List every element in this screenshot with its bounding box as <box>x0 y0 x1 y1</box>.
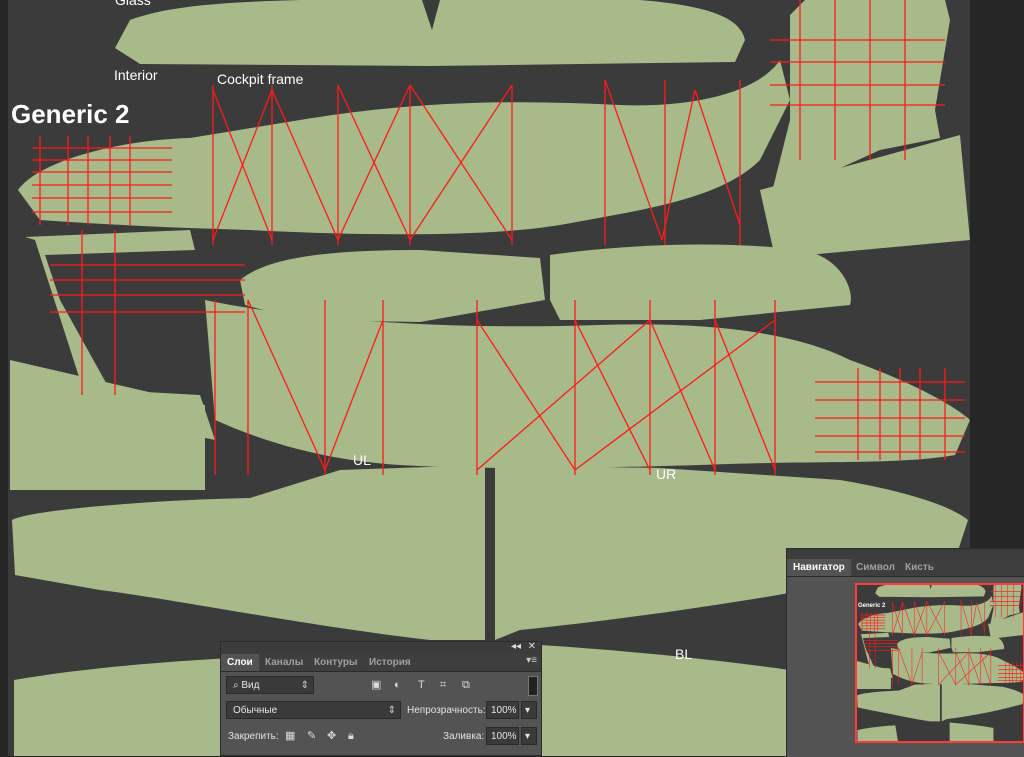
blend-mode-row: Обычные ⇕ Непрозрачность: 100% ▾ <box>221 701 541 723</box>
tab-paths[interactable]: Контуры <box>308 654 363 671</box>
opacity-dropdown-button[interactable]: ▾ <box>521 701 537 719</box>
close-icon[interactable]: ✕ <box>528 641 536 652</box>
navigator-titlebar[interactable] <box>787 549 1024 559</box>
tab-navigator[interactable]: Навигатор <box>787 559 851 576</box>
filter-type-icon[interactable]: T <box>418 678 425 692</box>
lock-transparent-pixels-icon[interactable]: ▦ <box>285 729 295 743</box>
label-ur: UR <box>656 466 677 482</box>
filter-kind-select[interactable]: ⌕ Вид ⇕ <box>226 676 314 694</box>
fill-value: 100% <box>491 731 517 742</box>
blend-mode-select[interactable]: Обычные ⇕ <box>226 701 401 719</box>
label-cockpit-frame: Cockpit frame <box>217 71 304 87</box>
opacity-input[interactable]: 100% <box>486 701 519 719</box>
blend-mode-value: Обычные <box>233 705 278 716</box>
navigator-tabs: Навигатор Символ Кисть <box>787 559 1024 577</box>
lock-row: Закрепить: ▦ ✎ ✥ 🔒︎ Заливка: 100% ▾ <box>221 727 541 749</box>
filter-adjustment-icon[interactable]: ◐ <box>394 678 401 692</box>
tab-history[interactable]: История <box>363 654 417 671</box>
tab-character[interactable]: Символ <box>850 559 901 576</box>
label-ul: UL <box>353 452 371 468</box>
lock-all-icon[interactable]: 🔒︎ <box>348 729 354 743</box>
stepper-icon: ⇕ <box>387 705 396 716</box>
lock-image-pixels-icon[interactable]: ✎ <box>307 729 316 743</box>
opacity-label: Непрозрачность: <box>407 705 486 716</box>
panel-menu-icon[interactable]: ▾≡ <box>526 655 537 666</box>
lock-label: Закрепить: <box>228 731 279 742</box>
filter-pixel-icon[interactable]: ▣ <box>371 678 381 692</box>
lock-position-icon[interactable]: ✥ <box>327 729 336 743</box>
fill-dropdown-button[interactable]: ▾ <box>521 727 537 745</box>
filter-smart-object-icon[interactable]: ⧉ <box>462 678 470 692</box>
filter-toggle-icon[interactable] <box>528 676 538 696</box>
tab-brush[interactable]: Кисть <box>899 559 940 576</box>
navigator-thumbnail[interactable]: Generic 2 <box>855 583 1024 743</box>
chevron-down-icon: ▾ <box>525 705 531 716</box>
filter-kind-value: Вид <box>241 680 260 691</box>
label-bl: BL <box>675 646 693 662</box>
layers-panel: ◂◂ ✕ Слои Каналы Контуры История ▾≡ ⌕ Ви… <box>220 641 542 756</box>
collapse-icon[interactable]: ◂◂ <box>511 641 521 652</box>
fill-label: Заливка: <box>443 731 485 742</box>
navigator-thumbnail-label: Generic 2 <box>858 603 886 609</box>
opacity-value: 100% <box>491 705 517 716</box>
tab-channels[interactable]: Каналы <box>259 654 309 671</box>
layers-panel-titlebar[interactable]: ◂◂ ✕ <box>221 641 541 654</box>
label-interior: Interior <box>114 67 158 83</box>
layers-filter-row: ⌕ Вид ⇕ ▣ ◐ T ⌗ ⧉ <box>221 676 541 698</box>
tab-layers[interactable]: Слои <box>221 654 259 671</box>
stepper-icon: ⇕ <box>300 680 309 691</box>
uv-shape-mid-right-pod <box>550 244 851 320</box>
label-glass: Glass <box>115 0 151 8</box>
fill-input[interactable]: 100% <box>486 727 519 745</box>
layers-panel-tabs: Слои Каналы Контуры История ▾≡ <box>221 654 541 672</box>
navigator-panel: Навигатор Символ Кисть Generic 2 <box>786 548 1024 757</box>
filter-shape-icon[interactable]: ⌗ <box>440 678 446 692</box>
chevron-down-icon: ▾ <box>525 731 531 742</box>
label-generic-2: Generic 2 <box>11 99 130 129</box>
